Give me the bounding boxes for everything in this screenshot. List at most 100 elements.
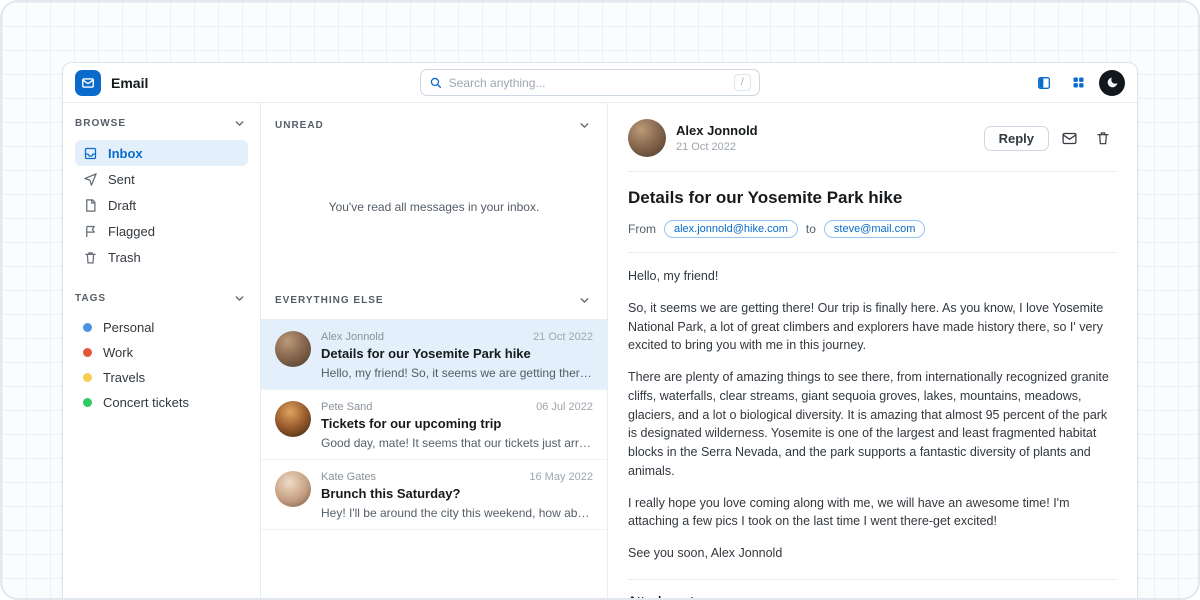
send-icon bbox=[83, 172, 98, 187]
email-title: Brunch this Saturday? bbox=[321, 486, 593, 501]
tag-item-personal[interactable]: Personal bbox=[75, 315, 248, 340]
tag-item-travels[interactable]: Travels bbox=[75, 365, 248, 390]
tag-item-work[interactable]: Work bbox=[75, 340, 248, 365]
sidebar-item-label: Inbox bbox=[108, 146, 143, 161]
reading-pane: Alex Jonnold 21 Oct 2022 Reply De bbox=[608, 103, 1137, 598]
inbox-icon bbox=[83, 146, 98, 161]
browse-label: BROWSE bbox=[75, 118, 126, 129]
unread-section-header: UNREAD bbox=[261, 103, 607, 142]
everything-else-collapse-button[interactable] bbox=[576, 292, 593, 309]
email-subject: Details for our Yosemite Park hike bbox=[628, 188, 1117, 208]
sidebar-item-label: Trash bbox=[108, 250, 141, 265]
sender-info: Alex Jonnold 21 Oct 2022 bbox=[676, 123, 758, 153]
email-list-item[interactable]: Kate Gates 16 May 2022 Brunch this Satur… bbox=[261, 460, 607, 530]
tag-label: Personal bbox=[103, 320, 154, 335]
sidebar-item-trash[interactable]: Trash bbox=[75, 244, 248, 270]
apps-grid-button[interactable] bbox=[1065, 70, 1091, 96]
sidebar-item-flagged[interactable]: Flagged bbox=[75, 218, 248, 244]
reader-date: 21 Oct 2022 bbox=[676, 141, 758, 153]
search-shortcut-badge: / bbox=[734, 74, 751, 91]
everything-else-section-header: EVERYTHING ELSE bbox=[261, 280, 607, 319]
tag-color-dot bbox=[83, 323, 92, 332]
panel-toggle-button[interactable] bbox=[1031, 70, 1057, 96]
unread-empty-message: You've read all messages in your inbox. bbox=[261, 142, 607, 280]
search-input[interactable] bbox=[449, 76, 727, 90]
email-date: 16 May 2022 bbox=[529, 471, 593, 483]
body-paragraph: See you soon, Alex Jonnold bbox=[628, 544, 1117, 563]
sidebar-item-inbox[interactable]: Inbox bbox=[75, 140, 248, 166]
email-meta: Kate Gates 16 May 2022 Brunch this Satur… bbox=[321, 471, 593, 520]
reader-sender-name: Alex Jonnold bbox=[676, 123, 758, 138]
draft-icon bbox=[83, 198, 98, 213]
from-email-chip[interactable]: alex.jonnold@hike.com bbox=[664, 220, 798, 238]
tag-color-dot bbox=[83, 348, 92, 357]
flag-icon bbox=[83, 224, 98, 239]
email-sender: Kate Gates bbox=[321, 471, 376, 483]
search-icon bbox=[429, 76, 442, 89]
body-paragraph: Hello, my friend! bbox=[628, 267, 1117, 286]
chevron-down-icon bbox=[233, 117, 246, 130]
email-app-window: Email / bbox=[62, 62, 1138, 598]
email-meta: Alex Jonnold 21 Oct 2022 Details for our… bbox=[321, 331, 593, 380]
tag-list: Personal Work Travels Concert tickets bbox=[75, 315, 248, 415]
body-paragraph: There are plenty of amazing things to se… bbox=[628, 368, 1117, 481]
reader-header: Alex Jonnold 21 Oct 2022 Reply bbox=[628, 119, 1117, 157]
email-meta: Pete Sand 06 Jul 2022 Tickets for our up… bbox=[321, 401, 593, 450]
desktop-background: Email / bbox=[0, 0, 1200, 600]
tag-color-dot bbox=[83, 398, 92, 407]
unread-label: UNREAD bbox=[275, 120, 324, 131]
body-paragraph: I really hope you love coming along with… bbox=[628, 494, 1117, 532]
tags-label: TAGS bbox=[75, 293, 106, 304]
sidebar-item-draft[interactable]: Draft bbox=[75, 192, 248, 218]
moon-icon bbox=[1106, 76, 1119, 89]
everything-else-label: EVERYTHING ELSE bbox=[275, 295, 384, 306]
email-title: Tickets for our upcoming trip bbox=[321, 416, 593, 431]
tags-collapse-button[interactable] bbox=[231, 290, 248, 307]
envelope-icon bbox=[1061, 130, 1078, 147]
browse-collapse-button[interactable] bbox=[231, 115, 248, 132]
email-snippet: Hey! I'll be around the city this weeken… bbox=[321, 506, 593, 520]
chevron-down-icon bbox=[578, 294, 591, 307]
tag-label: Travels bbox=[103, 370, 145, 385]
avatar bbox=[275, 401, 311, 437]
sidebar-item-label: Flagged bbox=[108, 224, 155, 239]
from-to-row: From alex.jonnold@hike.com to steve@mail… bbox=[628, 220, 1117, 238]
to-label: to bbox=[806, 222, 816, 236]
email-title: Details for our Yosemite Park hike bbox=[321, 346, 593, 361]
header-actions bbox=[1031, 70, 1125, 96]
sidebar-item-sent[interactable]: Sent bbox=[75, 166, 248, 192]
from-label: From bbox=[628, 222, 656, 236]
panel-icon bbox=[1036, 75, 1052, 91]
tag-color-dot bbox=[83, 373, 92, 382]
email-snippet: Good day, mate! It seems that our ticket… bbox=[321, 436, 593, 450]
body-paragraph: So, it seems we are getting there! Our t… bbox=[628, 299, 1117, 355]
delete-button[interactable] bbox=[1089, 124, 1117, 152]
envelope-icon bbox=[81, 76, 95, 90]
reply-button[interactable]: Reply bbox=[984, 126, 1049, 151]
app-content: BROWSE Inbox bbox=[63, 103, 1137, 598]
to-email-chip[interactable]: steve@mail.com bbox=[824, 220, 925, 238]
email-date: 06 Jul 2022 bbox=[536, 401, 593, 413]
sidebar: BROWSE Inbox bbox=[63, 103, 261, 598]
email-sender: Pete Sand bbox=[321, 401, 372, 413]
email-list-item[interactable]: Alex Jonnold 21 Oct 2022 Details for our… bbox=[261, 320, 607, 390]
avatar bbox=[628, 119, 666, 157]
email-list-item[interactable]: Pete Sand 06 Jul 2022 Tickets for our up… bbox=[261, 390, 607, 460]
search-box[interactable]: / bbox=[420, 69, 760, 96]
tag-item-concert-tickets[interactable]: Concert tickets bbox=[75, 390, 248, 415]
search-area: / bbox=[158, 69, 1021, 96]
chevron-down-icon bbox=[578, 119, 591, 132]
trash-icon bbox=[1095, 130, 1111, 146]
divider bbox=[628, 252, 1117, 253]
reader-actions: Reply bbox=[984, 124, 1117, 152]
theme-toggle-button[interactable] bbox=[1099, 70, 1125, 96]
sidebar-item-label: Sent bbox=[108, 172, 135, 187]
chevron-down-icon bbox=[233, 292, 246, 305]
tag-label: Work bbox=[103, 345, 133, 360]
apps-grid-icon bbox=[1071, 75, 1086, 90]
trash-icon bbox=[83, 250, 98, 265]
forward-mail-button[interactable] bbox=[1055, 124, 1083, 152]
avatar bbox=[275, 331, 311, 367]
unread-collapse-button[interactable] bbox=[576, 117, 593, 134]
app-logo bbox=[75, 70, 101, 96]
